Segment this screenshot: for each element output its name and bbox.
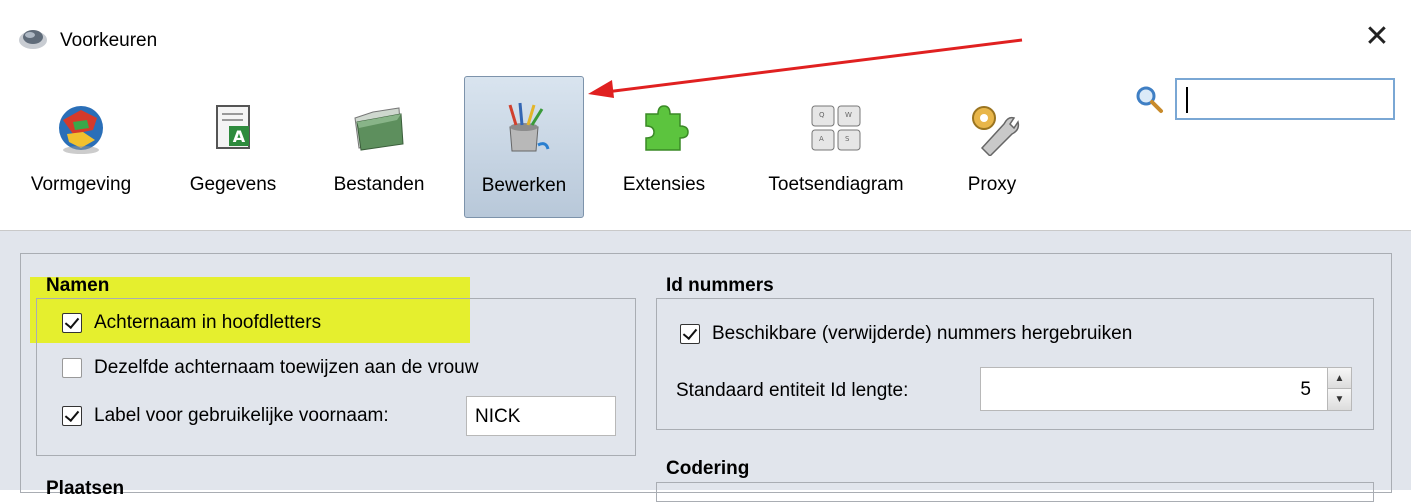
checkbox-label-voornaam[interactable] bbox=[62, 406, 82, 426]
tab-vormgeving[interactable]: Vormgeving bbox=[14, 76, 148, 218]
tab-bewerken[interactable]: Bewerken bbox=[464, 76, 584, 218]
gear-wrench-icon bbox=[972, 106, 1020, 156]
tab-label: Extensies bbox=[622, 174, 706, 195]
spinner-up-button[interactable]: ▲ bbox=[1328, 368, 1351, 389]
search-icon bbox=[1136, 86, 1163, 113]
tab-gegevens[interactable]: A Gegevens bbox=[170, 76, 296, 218]
checkbox-label: Achternaam in hoofdletters bbox=[94, 312, 322, 333]
search-input[interactable] bbox=[1183, 80, 1387, 118]
svg-text:A: A bbox=[233, 127, 246, 146]
tab-label: Bewerken bbox=[481, 175, 567, 196]
checkbox-row-hergebruiken[interactable]: Beschikbare (verwijderde) nummers hergeb… bbox=[680, 323, 1132, 345]
checkbox-label: Beschikbare (verwijderde) nummers hergeb… bbox=[712, 323, 1133, 344]
checkbox-dezelfde-achternaam[interactable] bbox=[62, 358, 82, 378]
checkbox-row-achternaam-hoofdletters[interactable]: Achternaam in hoofdletters bbox=[62, 312, 321, 334]
keyboard-icon: Q W A S bbox=[811, 105, 861, 151]
svg-text:A: A bbox=[819, 135, 824, 143]
tab-label: Gegevens bbox=[189, 174, 277, 195]
window-title: Voorkeuren bbox=[60, 30, 158, 51]
nickname-label-field[interactable]: NICK bbox=[466, 396, 616, 436]
globe-icon bbox=[59, 106, 103, 154]
section-title-id-nummers: Id nummers bbox=[666, 275, 774, 296]
spinner-buttons: ▲ ▼ bbox=[1327, 368, 1351, 410]
checkbox-label: Dezelfde achternaam toewijzen aan de vro… bbox=[94, 357, 479, 378]
section-title-codering: Codering bbox=[666, 458, 750, 479]
close-button[interactable]: ✕ bbox=[1362, 22, 1392, 52]
tab-label: Proxy bbox=[967, 174, 1017, 195]
folder-icon bbox=[354, 107, 404, 151]
id-length-label: Standaard entiteit Id lengte: bbox=[676, 380, 908, 402]
tab-bestanden[interactable]: Bestanden bbox=[312, 76, 446, 218]
svg-text:W: W bbox=[845, 111, 852, 119]
tab-label: Bestanden bbox=[333, 174, 425, 195]
paint-brushes-icon bbox=[508, 102, 550, 152]
id-length-value: 5 bbox=[1300, 379, 1311, 400]
search-field[interactable] bbox=[1175, 78, 1395, 120]
tab-label: Vormgeving bbox=[30, 174, 132, 195]
svg-text:Q: Q bbox=[819, 111, 825, 119]
text-cursor bbox=[1186, 87, 1188, 113]
svg-text:S: S bbox=[845, 135, 850, 143]
checkbox-row-dezelfde-achternaam[interactable]: Dezelfde achternaam toewijzen aan de vro… bbox=[62, 357, 478, 379]
nickname-label-value: NICK bbox=[475, 406, 521, 427]
puzzle-icon bbox=[645, 105, 689, 151]
spinner-down-button[interactable]: ▼ bbox=[1328, 389, 1351, 410]
codering-group bbox=[656, 482, 1374, 502]
checkbox-label: Label voor gebruikelijke voornaam: bbox=[94, 405, 389, 426]
tab-label: Toetsendiagram bbox=[768, 174, 904, 195]
section-title-plaatsen: Plaatsen bbox=[46, 478, 125, 499]
id-length-label-text: Standaard entiteit Id lengte: bbox=[676, 380, 909, 401]
document-icon: A bbox=[216, 105, 250, 149]
id-length-spinner[interactable]: 5 ▲ ▼ bbox=[980, 367, 1352, 411]
red-arrow-annotation bbox=[588, 38, 1023, 98]
section-title-namen: Namen bbox=[46, 275, 110, 296]
app-logo-icon bbox=[19, 30, 47, 49]
checkbox-row-label-voornaam[interactable]: Label voor gebruikelijke voornaam: bbox=[62, 405, 389, 427]
checkbox-hergebruiken[interactable] bbox=[680, 324, 700, 344]
checkbox-achternaam-hoofdletters[interactable] bbox=[62, 313, 82, 333]
